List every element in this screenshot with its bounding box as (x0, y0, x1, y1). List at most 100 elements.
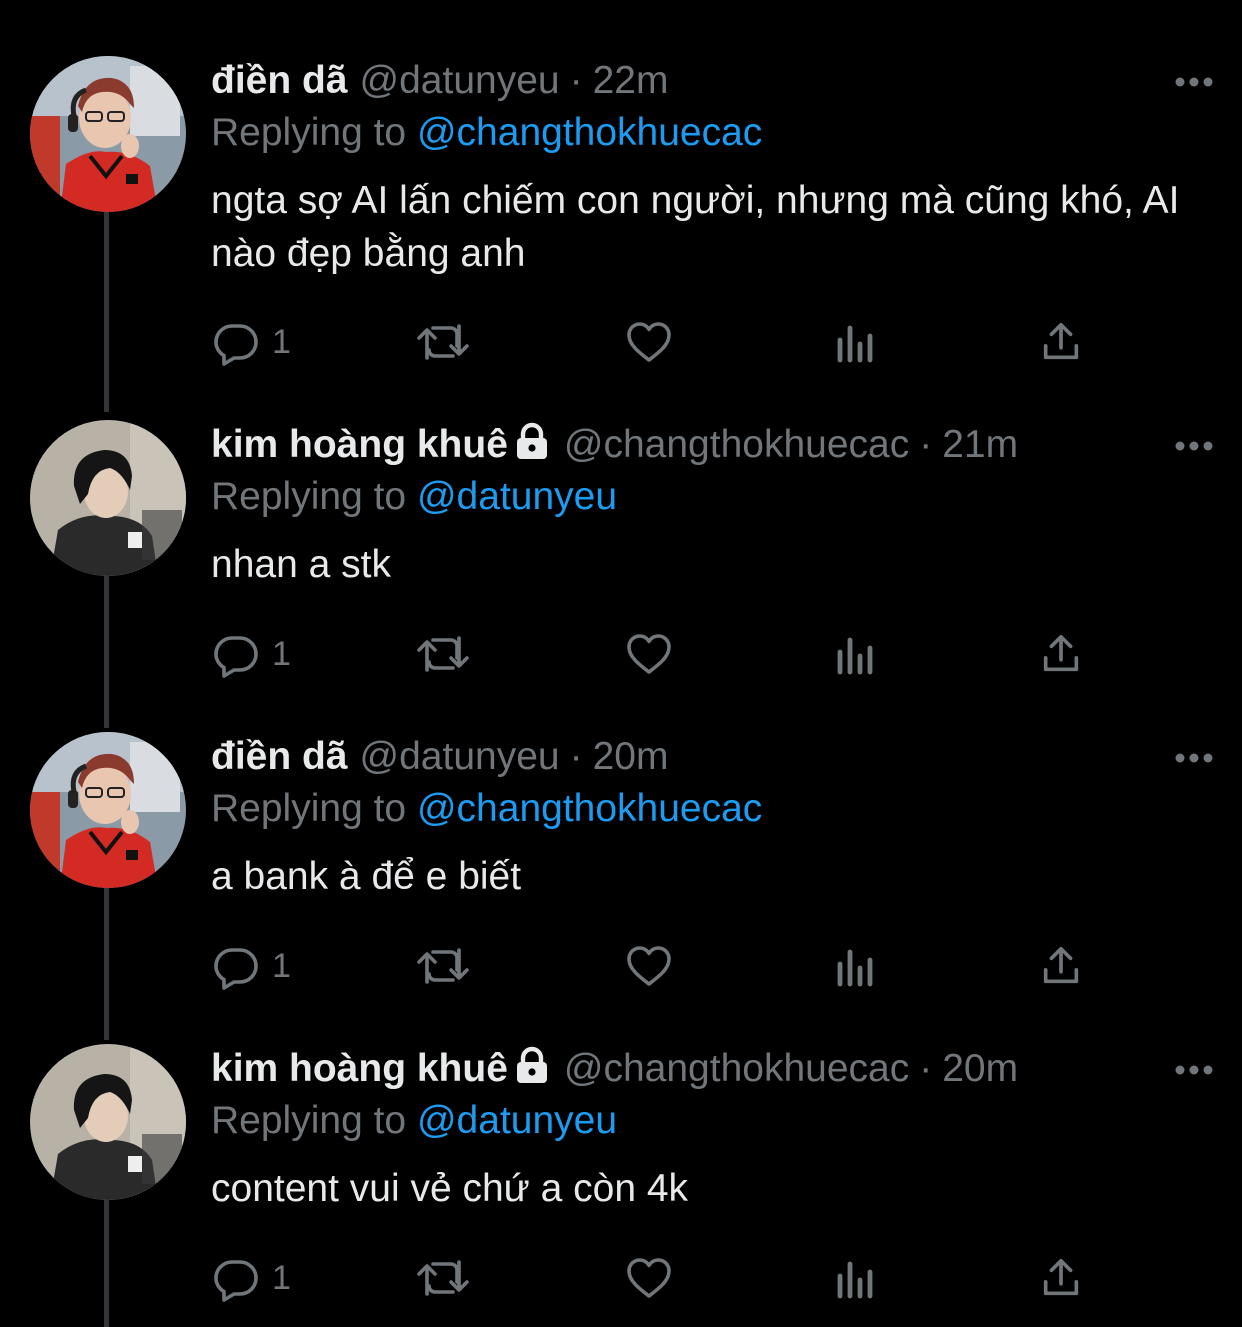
share-button[interactable] (1038, 936, 1084, 996)
heart-icon (627, 1258, 671, 1298)
share-button[interactable] (1038, 312, 1084, 372)
mention-link[interactable]: @datunyeu (417, 475, 617, 518)
views-button[interactable] (834, 936, 878, 996)
replying-prefix: Replying to (211, 787, 407, 830)
more-icon[interactable] (1174, 72, 1214, 92)
reply-button[interactable]: 1 (212, 936, 291, 996)
reply-icon (214, 636, 258, 678)
tweet[interactable]: kim hoàng khuê @changthokhuecac · 21m Reply… (0, 364, 1242, 728)
avatar[interactable] (30, 732, 186, 888)
timestamp[interactable]: 20m (593, 735, 669, 778)
tweet-header: điền dã @datunyeu · 20m (211, 732, 1122, 782)
avatar[interactable] (30, 420, 186, 576)
red-jersey-gamer-avatar-image (30, 56, 186, 212)
display-name[interactable]: kim hoàng khuê (211, 1047, 508, 1090)
tweet[interactable]: điền dã @datunyeu · 22m Replying to @changt… (0, 0, 1242, 412)
mention-link[interactable]: @changthokhuecac (417, 111, 762, 154)
separator-dot: · (919, 423, 933, 466)
like-button[interactable] (624, 312, 674, 372)
like-button[interactable] (624, 936, 674, 996)
display-name[interactable]: điền dã (211, 59, 348, 102)
replying-to: Replying to @changthokhuecac (211, 784, 762, 834)
reply-count: 1 (272, 322, 291, 361)
views-button[interactable] (834, 1248, 878, 1308)
heart-icon (627, 322, 671, 362)
avatar[interactable] (30, 56, 186, 212)
retweet-button[interactable] (414, 312, 472, 372)
reply-count: 1 (272, 634, 291, 673)
tweet-header: kim hoàng khuê @changthokhuecac · 21m (211, 420, 1122, 470)
red-jersey-gamer-avatar-image (30, 732, 186, 888)
more-icon[interactable] (1174, 1060, 1214, 1080)
tweet-text: ngta sợ AI lấn chiếm con người, nhưng mà… (211, 179, 1180, 275)
analytics-icon (837, 949, 873, 987)
replying-prefix: Replying to (211, 111, 407, 154)
retweet-icon (417, 948, 469, 984)
share-icon (1043, 1258, 1079, 1296)
retweet-icon (417, 636, 469, 672)
replying-to: Replying to @changthokhuecac (211, 108, 762, 158)
reply-icon (214, 1260, 258, 1302)
user-handle[interactable]: @changthokhuecac (564, 1047, 909, 1090)
mention-link[interactable]: @datunyeu (417, 1099, 617, 1142)
display-name[interactable]: điền dã (211, 735, 348, 778)
tweet-text: a bank à để e biết (211, 855, 522, 898)
tweet[interactable]: điền dã @datunyeu · 20m Replying to @changt… (0, 676, 1242, 1040)
reply-button[interactable]: 1 (212, 624, 291, 684)
tweet-text: content vui vẻ chứ a còn 4k (211, 1167, 689, 1210)
replying-to: Replying to @datunyeu (211, 472, 617, 522)
share-icon (1043, 946, 1079, 984)
views-button[interactable] (834, 312, 878, 372)
reply-icon (214, 324, 258, 366)
replying-prefix: Replying to (211, 1099, 407, 1142)
retweet-icon (417, 324, 469, 360)
tweet-header: điền dã @datunyeu · 22m (211, 56, 1122, 106)
more-icon[interactable] (1174, 436, 1214, 456)
tweet-text: nhan a stk (211, 543, 391, 586)
action-bar: 1 (212, 624, 1092, 684)
lock-icon (516, 1046, 547, 1083)
retweet-icon (417, 1260, 469, 1296)
retweet-button[interactable] (414, 1248, 472, 1308)
tweet[interactable]: kim hoàng khuê @changthokhuecac · 20m Reply… (0, 988, 1242, 1327)
action-bar: 1 (212, 1248, 1092, 1308)
timestamp[interactable]: 21m (942, 423, 1018, 466)
lock-icon (516, 422, 547, 459)
replying-to: Replying to @datunyeu (211, 1096, 617, 1146)
timestamp[interactable]: 20m (942, 1047, 1018, 1090)
separator-dot: · (569, 735, 583, 778)
more-icon[interactable] (1174, 748, 1214, 768)
retweet-button[interactable] (414, 624, 472, 684)
user-handle[interactable]: @datunyeu (360, 735, 560, 778)
analytics-icon (837, 325, 873, 363)
reply-button[interactable]: 1 (212, 312, 291, 372)
share-button[interactable] (1038, 1248, 1084, 1308)
user-handle[interactable]: @datunyeu (360, 59, 560, 102)
like-button[interactable] (624, 624, 674, 684)
dark-hair-profile-avatar-image (30, 1044, 186, 1200)
user-handle[interactable]: @changthokhuecac (564, 423, 909, 466)
timestamp[interactable]: 22m (593, 59, 669, 102)
display-name[interactable]: kim hoàng khuê (211, 423, 508, 466)
share-icon (1043, 322, 1079, 360)
heart-icon (627, 946, 671, 986)
separator-dot: · (919, 1047, 933, 1090)
reply-count: 1 (272, 1258, 291, 1297)
action-bar: 1 (212, 936, 1092, 996)
like-button[interactable] (624, 1248, 674, 1308)
action-bar: 1 (212, 312, 1092, 372)
analytics-icon (837, 1261, 873, 1299)
separator-dot: · (569, 59, 583, 102)
views-button[interactable] (834, 624, 878, 684)
retweet-button[interactable] (414, 936, 472, 996)
share-button[interactable] (1038, 624, 1084, 684)
reply-icon (214, 948, 258, 990)
reply-count: 1 (272, 946, 291, 985)
analytics-icon (837, 637, 873, 675)
replying-prefix: Replying to (211, 475, 407, 518)
share-icon (1043, 634, 1079, 672)
reply-button[interactable]: 1 (212, 1248, 291, 1308)
dark-hair-profile-avatar-image (30, 420, 186, 576)
mention-link[interactable]: @changthokhuecac (417, 787, 762, 830)
avatar[interactable] (30, 1044, 186, 1200)
